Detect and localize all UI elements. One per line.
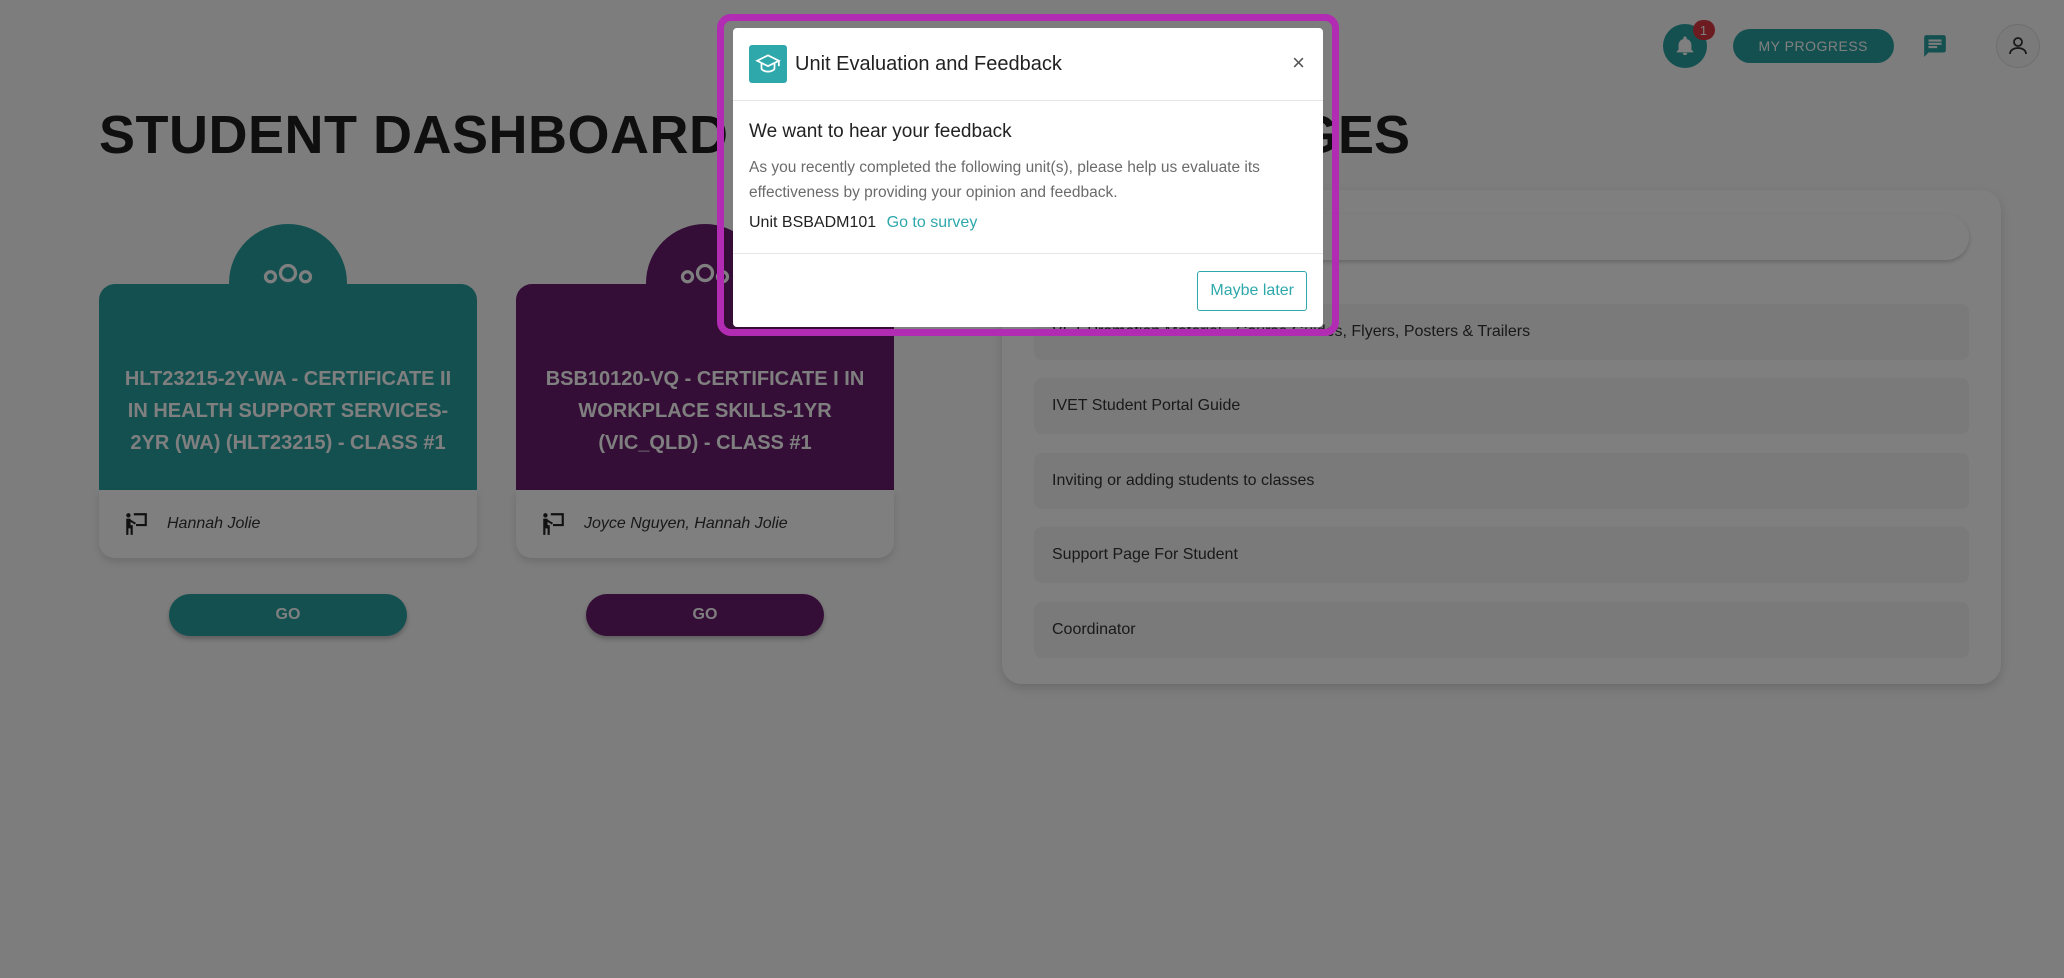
- unit-line: Unit BSBADM101 Go to survey: [749, 214, 1307, 232]
- modal-body: We want to hear your feedback As you rec…: [733, 101, 1323, 254]
- unit-code: Unit BSBADM101: [749, 214, 877, 231]
- maybe-later-button[interactable]: Maybe later: [1197, 271, 1307, 311]
- feedback-heading: We want to hear your feedback: [749, 121, 1012, 142]
- close-icon[interactable]: ×: [1292, 50, 1305, 76]
- modal-title: Unit Evaluation and Feedback: [795, 52, 1062, 75]
- feedback-description: As you recently completed the following …: [749, 159, 1260, 201]
- modal-footer: Maybe later: [733, 254, 1323, 326]
- modal-header: Unit Evaluation and Feedback ×: [733, 28, 1323, 101]
- graduation-cap-icon: [749, 45, 787, 83]
- go-to-survey-link[interactable]: Go to survey: [887, 214, 978, 231]
- feedback-modal: Unit Evaluation and Feedback × We want t…: [733, 28, 1323, 327]
